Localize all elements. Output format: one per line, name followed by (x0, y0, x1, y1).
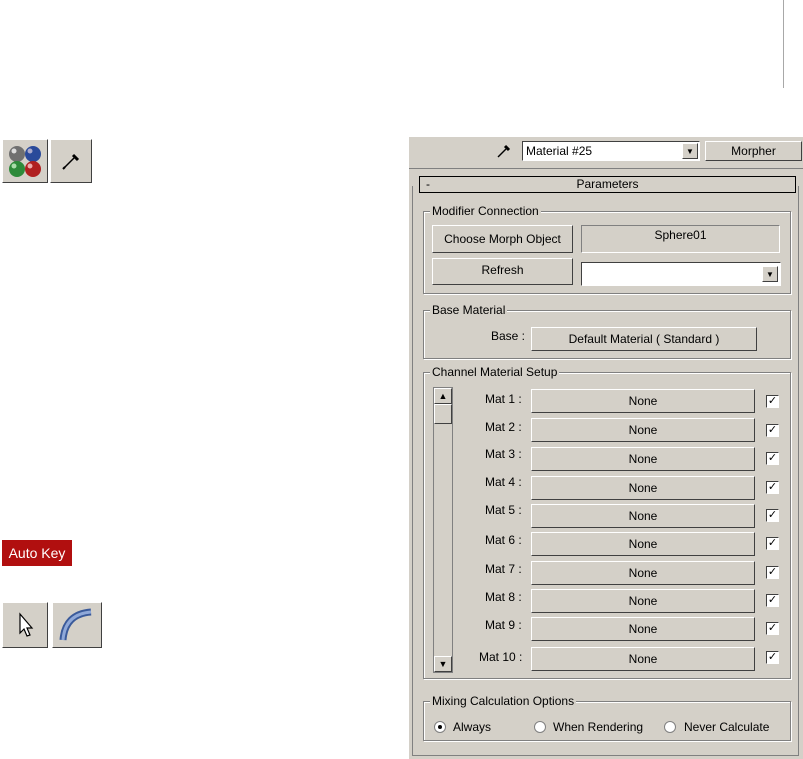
channel-label: Mat 10 : (479, 650, 523, 664)
radio-never-calculate[interactable] (664, 721, 676, 733)
channel-material-button[interactable]: None (531, 504, 755, 528)
radio-when-rendering[interactable] (534, 721, 546, 733)
pick-material-button[interactable] (50, 139, 92, 183)
channel-enable-checkbox[interactable]: ✓ (766, 509, 779, 522)
material-editor-panel: Material #25 ▼ Morpher - Parameters Modi… (408, 137, 803, 759)
material-dropdown-arrow[interactable]: ▼ (682, 143, 698, 159)
rollout-right-border (798, 186, 799, 756)
chevron-up-icon: ▲ (438, 391, 448, 401)
channel-scrollbar[interactable]: ▲ ▼ (433, 387, 453, 673)
material-spheres-icon (9, 146, 41, 177)
channel-material-button[interactable]: None (531, 532, 755, 556)
chevron-down-icon: ▼ (686, 146, 694, 156)
rollout-bottom-border (412, 755, 799, 756)
channel-material-button[interactable]: None (531, 589, 755, 613)
morph-target-dropdown[interactable]: ▼ (581, 262, 781, 286)
chevron-down-icon: ▼ (438, 659, 448, 669)
scroll-thumb[interactable] (434, 404, 452, 424)
material-name-text: Material #25 (526, 144, 593, 158)
channel-enable-checkbox[interactable]: ✓ (766, 481, 779, 494)
material-name-field[interactable]: Material #25 ▼ (522, 141, 700, 161)
channel-enable-checkbox[interactable]: ✓ (766, 594, 779, 607)
channel-enable-checkbox[interactable]: ✓ (766, 566, 779, 579)
group-title: Base Material (430, 303, 508, 317)
parameters-rollout-header[interactable]: - Parameters (419, 176, 796, 193)
group-title: Channel Material Setup (430, 365, 560, 379)
channel-label: Mat 7 : (485, 562, 522, 576)
channel-label: Mat 9 : (485, 618, 522, 632)
channel-label: Mat 8 : (485, 590, 522, 604)
channel-enable-checkbox[interactable]: ✓ (766, 651, 779, 664)
base-material-button[interactable]: Default Material ( Standard ) (531, 327, 757, 351)
arc-rotate-button[interactable] (52, 602, 102, 648)
radio-always[interactable] (434, 721, 446, 733)
material-editor-button[interactable] (2, 139, 48, 183)
radio-never-calculate-label: Never Calculate (684, 720, 770, 734)
choose-morph-object-button[interactable]: Choose Morph Object (432, 225, 573, 253)
channel-enable-checkbox[interactable]: ✓ (766, 537, 779, 550)
channel-material-button[interactable]: None (531, 561, 755, 585)
rollout-title: Parameters (576, 177, 639, 191)
channel-label: Mat 6 : (485, 533, 522, 547)
channel-label: Mat 1 : (485, 392, 522, 406)
channel-label: Mat 3 : (485, 447, 522, 461)
morph-object-name: Sphere01 (581, 225, 780, 253)
morph-target-dropdown-arrow[interactable]: ▼ (762, 266, 778, 282)
channel-material-button[interactable]: None (531, 617, 755, 641)
channel-label: Mat 5 : (485, 503, 522, 517)
channel-enable-checkbox[interactable]: ✓ (766, 395, 779, 408)
arc-rotate-icon (59, 608, 92, 641)
channel-material-button[interactable]: None (531, 447, 755, 471)
toolbar-separator (409, 168, 803, 169)
radio-when-rendering-label: When Rendering (553, 720, 644, 734)
channel-enable-checkbox[interactable]: ✓ (766, 622, 779, 635)
scroll-up-button[interactable]: ▲ (434, 388, 452, 404)
channel-label: Mat 4 : (485, 475, 522, 489)
chevron-down-icon: ▼ (766, 269, 774, 279)
channel-label: Mat 2 : (485, 420, 522, 434)
auto-key-button[interactable]: Auto Key (2, 540, 72, 566)
window-divider (783, 0, 784, 88)
rollout-left-border (412, 186, 413, 756)
eyedropper-icon[interactable] (495, 142, 513, 160)
group-title: Mixing Calculation Options (430, 694, 577, 708)
eyedropper-icon (62, 153, 80, 170)
channel-material-button[interactable]: None (531, 647, 755, 671)
base-label: Base : (491, 329, 526, 343)
select-object-button[interactable] (2, 602, 48, 648)
group-title: Modifier Connection (430, 204, 541, 218)
radio-always-label: Always (453, 720, 492, 734)
scroll-down-button[interactable]: ▼ (434, 656, 452, 672)
refresh-label: Refresh (481, 262, 524, 277)
channel-enable-checkbox[interactable]: ✓ (766, 452, 779, 465)
channel-material-button[interactable]: None (531, 476, 755, 500)
material-type-button[interactable]: Morpher (705, 141, 802, 161)
arrow-cursor-icon (19, 612, 34, 637)
channel-enable-checkbox[interactable]: ✓ (766, 424, 779, 437)
morph-object-text: Sphere01 (654, 228, 707, 242)
channel-material-button[interactable]: None (531, 418, 755, 442)
refresh-button[interactable]: Refresh (432, 258, 573, 285)
channel-material-button[interactable]: None (531, 389, 755, 413)
